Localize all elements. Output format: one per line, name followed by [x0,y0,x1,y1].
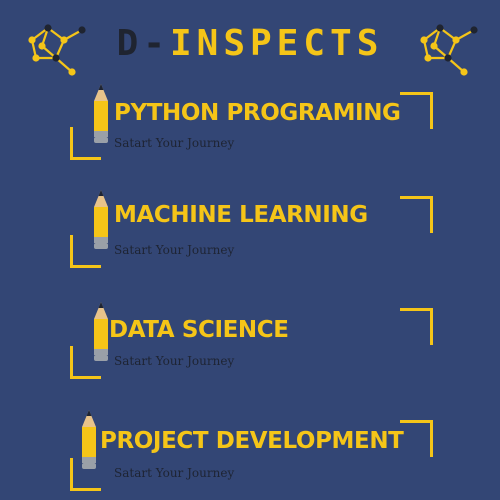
frame-corner-bottom-left [70,346,101,379]
frame-corner-top-right [400,196,433,233]
frame-corner-bottom-left [70,235,101,268]
course-title: MACHINE LEARNING [114,202,368,228]
network-molecule-icon [420,24,478,76]
course-title: DATA SCIENCE [109,317,289,343]
frame-corner-top-right [400,420,433,457]
pencil-icon [94,190,108,249]
frame-corner-top-right [400,92,433,129]
poster: D-INSPECTS PYTHON PROGRAMING Satart Your… [0,0,500,500]
pencil-icon [82,410,96,469]
brand-title-rest: INSPECTS [169,23,384,64]
course-subtitle: Satart Your Journey [114,136,235,150]
course-subtitle: Satart Your Journey [114,243,235,257]
frame-corner-bottom-left [70,458,101,491]
frame-corner-top-right [400,308,433,345]
pencil-icon [94,302,108,361]
course-subtitle: Satart Your Journey [114,466,235,480]
brand-title-prefix: D- [116,23,170,64]
course-title: PYTHON PROGRAMING [114,100,401,126]
pencil-icon [94,84,108,143]
course-subtitle: Satart Your Journey [114,354,235,368]
frame-corner-bottom-left [70,127,101,160]
course-title: PROJECT DEVELOPMENT [100,428,404,454]
